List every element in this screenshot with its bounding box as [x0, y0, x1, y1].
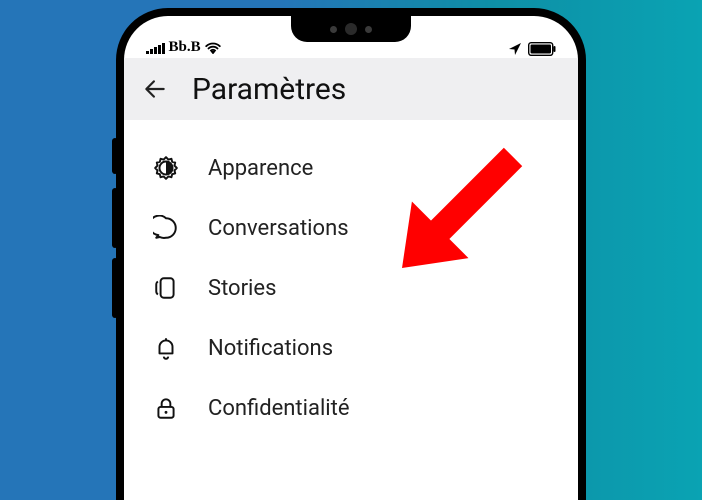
side-button	[112, 138, 118, 174]
settings-menu: Apparence Conversations	[124, 120, 578, 438]
menu-label: Apparence	[208, 156, 313, 181]
wifi-icon	[205, 42, 221, 54]
appearance-icon	[152, 154, 180, 182]
background: Bb.B	[0, 0, 702, 500]
lock-icon	[152, 394, 180, 422]
battery-icon	[528, 42, 556, 56]
phone-frame: Bb.B	[116, 8, 586, 500]
stories-icon	[152, 274, 180, 302]
menu-label: Confidentialité	[208, 396, 350, 421]
carrier-label: Bb.B	[169, 39, 201, 56]
bell-icon	[152, 334, 180, 362]
menu-item-notifications[interactable]: Notifications	[124, 318, 578, 378]
menu-label: Notifications	[208, 336, 333, 361]
menu-label: Stories	[208, 276, 276, 301]
cellular-signal-icon	[146, 42, 165, 54]
chat-icon	[152, 214, 180, 242]
location-icon	[508, 42, 522, 56]
back-button[interactable]	[142, 76, 168, 102]
menu-item-stories[interactable]: Stories	[124, 258, 578, 318]
menu-label: Conversations	[208, 216, 349, 241]
menu-item-confidentialite[interactable]: Confidentialité	[124, 378, 578, 438]
status-bar: Bb.B	[124, 16, 578, 58]
app-header: Paramètres	[124, 58, 578, 120]
page-title: Paramètres	[192, 72, 346, 107]
menu-item-apparence[interactable]: Apparence	[124, 138, 578, 198]
volume-up-button	[112, 188, 118, 248]
menu-item-conversations[interactable]: Conversations	[124, 198, 578, 258]
volume-down-button	[112, 258, 118, 318]
phone-screen: Bb.B	[124, 16, 578, 500]
